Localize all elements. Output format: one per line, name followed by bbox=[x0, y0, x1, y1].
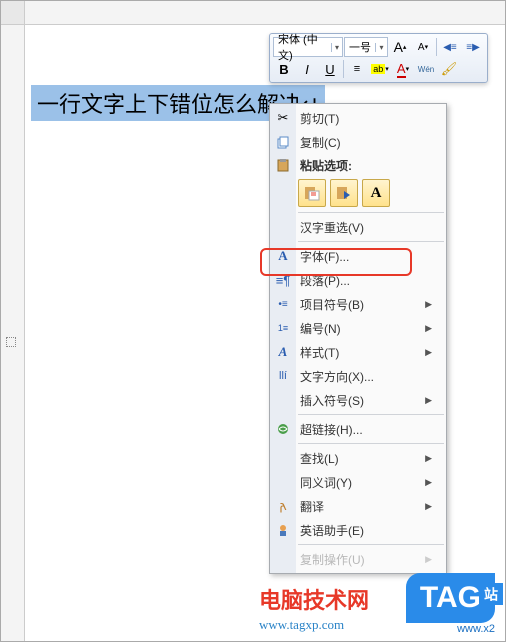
chevron-right-icon: ▶ bbox=[425, 477, 432, 488]
numbering-icon: 1≡ bbox=[274, 319, 292, 337]
menu-reconvert[interactable]: 汉字重选(V) bbox=[270, 215, 446, 239]
bold-button[interactable]: B bbox=[273, 59, 295, 79]
mini-toolbar: 宋体 (中文) ▾ 一号 ▾ A▴ A▾ ◀≡ ≡▶ B I U ≡ ab▾ A… bbox=[269, 33, 488, 83]
menu-bullets[interactable]: •≡ 项目符号(B) ▶ bbox=[270, 292, 446, 316]
chevron-right-icon: ▶ bbox=[425, 299, 432, 310]
clipboard-icon bbox=[274, 156, 292, 174]
paragraph-icon: ≡¶ bbox=[274, 271, 292, 289]
paste-keep-formatting-button[interactable] bbox=[298, 179, 326, 207]
chevron-down-icon: ▾ bbox=[331, 43, 342, 52]
text-direction-icon: llí bbox=[274, 367, 292, 385]
grow-font-button[interactable]: A▴ bbox=[389, 37, 411, 57]
chevron-right-icon: ▶ bbox=[425, 347, 432, 358]
watermark-title: 电脑技术网 bbox=[259, 583, 369, 615]
menu-synonyms[interactable]: 同义词(Y) ▶ bbox=[270, 470, 446, 494]
menu-copy[interactable]: 复制(C) bbox=[270, 130, 446, 154]
bullets-icon: •≡ bbox=[274, 295, 292, 313]
translate-icon: 𐌰 bbox=[274, 497, 292, 515]
section-break-marker bbox=[6, 337, 16, 347]
hyperlink-icon bbox=[274, 420, 292, 438]
menu-styles[interactable]: A 样式(T) ▶ bbox=[270, 340, 446, 364]
menu-text-direction[interactable]: llí 文字方向(X)... bbox=[270, 364, 446, 388]
chevron-right-icon: ▶ bbox=[425, 323, 432, 334]
chevron-right-icon: ▶ bbox=[425, 395, 432, 406]
phonetic-guide-button[interactable]: Wén bbox=[415, 59, 437, 79]
chevron-down-icon: ▾ bbox=[375, 43, 387, 52]
paste-merge-formatting-button[interactable] bbox=[330, 179, 358, 207]
menu-separator bbox=[298, 414, 444, 415]
menu-paste-header: 粘贴选项: bbox=[270, 154, 446, 176]
menu-other-ops: 复制操作(U) ▶ bbox=[270, 547, 446, 571]
watermark-url: www.tagxp.com bbox=[259, 617, 369, 633]
ruler-corner bbox=[1, 1, 25, 25]
menu-separator bbox=[298, 544, 444, 545]
menu-translate[interactable]: 𐌰 翻译 ▶ bbox=[270, 494, 446, 518]
chevron-right-icon: ▶ bbox=[425, 554, 432, 565]
font-size-value: 一号 bbox=[345, 39, 375, 55]
styles-icon: A bbox=[274, 343, 292, 361]
paste-text-only-button[interactable]: A bbox=[362, 179, 390, 207]
tag-side: 站 bbox=[479, 583, 503, 605]
font-size-dropdown[interactable]: 一号 ▾ bbox=[344, 37, 388, 57]
ruler-horizontal[interactable] bbox=[25, 1, 505, 25]
menu-paragraph[interactable]: ≡¶ 段落(P)... bbox=[270, 268, 446, 292]
menu-separator bbox=[298, 241, 444, 242]
chevron-right-icon: ▶ bbox=[425, 453, 432, 464]
tag-sub-url: www.x2 bbox=[457, 623, 495, 635]
menu-cut[interactable]: ✂ 剪切(T) bbox=[270, 106, 446, 130]
ruler-vertical[interactable] bbox=[1, 25, 25, 641]
menu-english-assistant[interactable]: 英语助手(E) bbox=[270, 518, 446, 542]
paste-options-row: A bbox=[270, 176, 446, 210]
chevron-right-icon: ▶ bbox=[425, 501, 432, 512]
assistant-icon bbox=[274, 521, 292, 539]
watermark: 电脑技术网 www.tagxp.com bbox=[259, 583, 369, 633]
shrink-font-button[interactable]: A▾ bbox=[412, 37, 434, 57]
increase-indent-button[interactable]: ≡▶ bbox=[462, 37, 484, 57]
menu-insert-symbol[interactable]: 插入符号(S) ▶ bbox=[270, 388, 446, 412]
menu-hyperlink[interactable]: 超链接(H)... bbox=[270, 417, 446, 441]
text-content: 一行文字上下错位怎么解决 bbox=[37, 92, 301, 117]
menu-font[interactable]: A 字体(F)... bbox=[270, 244, 446, 268]
font-color-button[interactable]: A▾ bbox=[392, 59, 414, 79]
menu-numbering[interactable]: 1≡ 编号(N) ▶ bbox=[270, 316, 446, 340]
font-name-dropdown[interactable]: 宋体 (中文) ▾ bbox=[273, 37, 343, 57]
scissors-icon: ✂ bbox=[274, 109, 292, 127]
decrease-indent-button[interactable]: ◀≡ bbox=[439, 37, 461, 57]
context-menu: ✂ 剪切(T) 复制(C) 粘贴选项: A 汉字重选(V) A 字体(F)...… bbox=[269, 103, 447, 574]
copy-icon bbox=[274, 133, 292, 151]
format-painter-button[interactable]: 🖌 bbox=[438, 59, 460, 79]
highlight-button[interactable]: ab▾ bbox=[369, 59, 391, 79]
font-icon: A bbox=[274, 247, 292, 265]
italic-button[interactable]: I bbox=[296, 59, 318, 79]
align-center-button[interactable]: ≡ bbox=[346, 59, 368, 79]
menu-find[interactable]: 查找(L) ▶ bbox=[270, 446, 446, 470]
underline-button[interactable]: U bbox=[319, 59, 341, 79]
menu-separator bbox=[298, 212, 444, 213]
menu-separator bbox=[298, 443, 444, 444]
